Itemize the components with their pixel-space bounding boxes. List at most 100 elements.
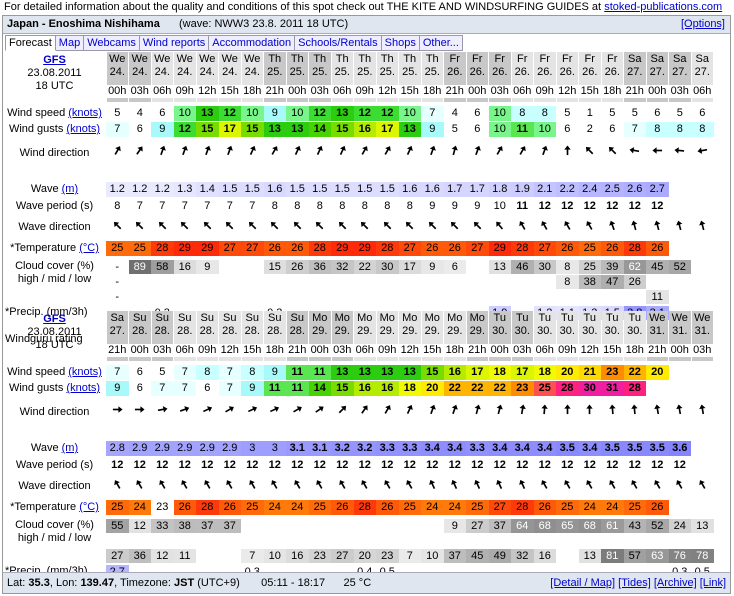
day-name: Sa — [628, 53, 642, 65]
day-date: 29. — [424, 325, 440, 337]
wave-units-link[interactable]: (m) — [62, 442, 79, 454]
cloud-low-value: 63 — [646, 549, 669, 563]
day-date: 30. — [537, 325, 553, 337]
wind-gust-value: 6 — [466, 122, 489, 137]
forecast-time-header: Mo 29. 03h — [331, 311, 353, 361]
day-name: Su — [223, 312, 237, 324]
forecast-time-header: Th 25. 12h — [376, 52, 398, 102]
wind-direction-cell — [196, 145, 219, 161]
day-date: 24. — [109, 66, 125, 78]
wind-gust-value: 22 — [488, 381, 511, 396]
wave-units-link[interactable]: (m) — [62, 183, 79, 195]
tab-forecast[interactable]: Forecast — [5, 35, 56, 51]
tab-webcams[interactable]: Webcams — [84, 35, 140, 51]
tab-shops[interactable]: Shops — [381, 35, 420, 51]
wind-direction-cell — [601, 145, 624, 161]
wave-direction-cell — [106, 479, 129, 495]
tab-schools-rentals[interactable]: Schools/Rentals — [295, 35, 382, 51]
wave-period-value — [669, 198, 692, 214]
cloud-low-value — [331, 290, 354, 304]
wind-speed-value: 8 — [241, 365, 264, 380]
wave-direction-cell — [196, 479, 219, 495]
wind-speed-units-link[interactable]: (knots) — [68, 366, 102, 378]
hour: 03h — [309, 85, 331, 98]
forecast-time-header: Tu 30. 09h — [556, 311, 578, 361]
tab-other[interactable]: Other... — [419, 35, 463, 51]
cloud-mid-value — [241, 534, 264, 548]
hour: 21h — [286, 344, 308, 357]
footer-link-archive[interactable]: [Archive] — [654, 577, 697, 589]
footer-link-tides[interactable]: [Tides] — [618, 577, 651, 589]
wave-height-value: 1.2 — [128, 182, 151, 197]
wind-speed-value: 11 — [286, 365, 309, 380]
wave-height-value: 1.5 — [308, 182, 331, 197]
wave-direction-arrow-icon — [158, 221, 167, 230]
footer-link-detail-map[interactable]: [Detail / Map] — [550, 577, 615, 589]
hour: 03h — [129, 85, 151, 98]
wind-direction-cell — [264, 404, 287, 420]
hour: 03h — [669, 85, 691, 98]
wind-direction-arrow-icon — [361, 146, 368, 155]
tab-map[interactable]: Map — [55, 35, 85, 51]
cloud-mid-value — [151, 534, 174, 548]
wave-period-value: 12 — [628, 459, 641, 471]
cloud-low-value: - — [115, 291, 120, 303]
day-name: Th — [425, 53, 439, 65]
forecast-time-header: Tu 30. 18h — [624, 311, 646, 361]
temperature-value: 26 — [421, 241, 444, 256]
tab-wind-reports[interactable]: Wind reports — [139, 35, 210, 51]
day-name: We — [154, 53, 171, 65]
wind-direction-cell — [106, 404, 129, 420]
wind-gust-value — [646, 381, 669, 396]
cloud-mid-value: 47 — [601, 275, 624, 289]
stoked-link[interactable]: stoked-publications.com — [604, 1, 722, 13]
wind-direction-cell — [511, 145, 534, 161]
wave-direction-cell — [309, 479, 332, 495]
wind-direction-cell — [219, 404, 242, 420]
cloud-mid-value — [511, 534, 534, 548]
cloud-mid-value — [399, 275, 422, 289]
wind-direction-cell — [466, 145, 489, 161]
day-date: 25. — [289, 66, 305, 78]
wave-period-value: 7 — [181, 200, 188, 212]
wind-direction-arrow-icon — [227, 145, 234, 156]
wave-height-value: 1.2 — [106, 182, 129, 197]
cloud-mid-value — [354, 534, 377, 548]
cloud-high-value: 26 — [286, 260, 309, 274]
wave-direction-arrow-icon — [316, 480, 323, 489]
wind-direction-arrow-icon — [294, 145, 301, 156]
cloud-mid-value — [646, 534, 669, 548]
cloud-mid-value — [399, 534, 422, 548]
options-link[interactable]: [Options] — [681, 18, 725, 30]
wind-speed-value: 15 — [421, 365, 444, 380]
wind-direction-cell — [174, 145, 197, 161]
footer-link-link[interactable]: [Link] — [700, 577, 726, 589]
wind-speed-value: 4 — [443, 106, 466, 121]
day-date: 26. — [582, 66, 598, 78]
wind-direction-cell — [579, 145, 602, 161]
wind-gusts-units-link[interactable]: (knots) — [66, 123, 100, 135]
day-date: 30. — [559, 325, 575, 337]
wave-direction-arrow-icon — [406, 480, 413, 489]
cloud-mid-value — [534, 275, 557, 289]
cloud-high-value — [241, 519, 264, 533]
forecast-time-header: Mo 29. 09h — [376, 311, 398, 361]
wave-direction-arrow-icon — [496, 221, 504, 230]
temperature-units-link[interactable]: (°C) — [79, 242, 99, 254]
wind-speed-value: 6 — [646, 106, 669, 121]
temperature-units-link[interactable]: (°C) — [79, 501, 99, 513]
wave-direction-cell — [286, 220, 309, 236]
wind-speed-units-link[interactable]: (knots) — [68, 107, 102, 119]
tab-accommodation[interactable]: Accommodation — [209, 35, 296, 51]
temperature-value: 28 — [353, 500, 376, 515]
wave-height-value: 3.4 — [488, 441, 511, 456]
wind-gusts-units-link[interactable]: (knots) — [66, 382, 100, 394]
wind-speed-value: 5 — [556, 106, 579, 121]
model-link[interactable]: GFS — [3, 313, 106, 326]
wave-period-value: 11 — [516, 200, 529, 212]
wave-direction-cell — [219, 220, 242, 236]
wave-period-value: 8 — [114, 200, 121, 212]
day-date: 27. — [627, 66, 643, 78]
model-link[interactable]: GFS — [3, 54, 106, 67]
wind-speed-row-label: Wind speed (knots) — [3, 106, 106, 121]
